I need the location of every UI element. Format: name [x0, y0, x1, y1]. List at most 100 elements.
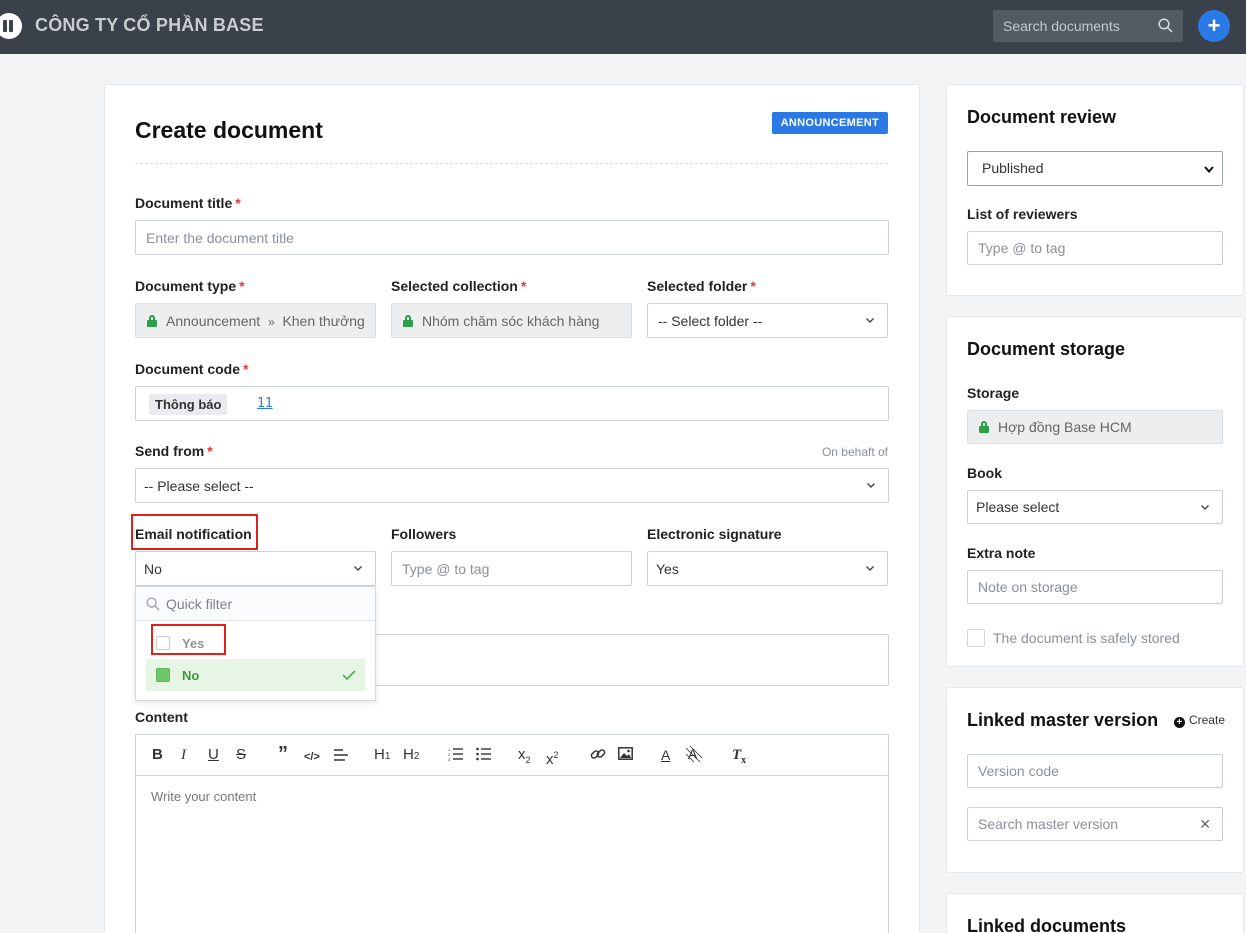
checkbox-checked-icon	[156, 668, 170, 682]
electronic-signature-label: Electronic signature	[647, 526, 782, 542]
on-behalf-of-link[interactable]: On behaft of	[822, 445, 888, 459]
linked-documents-title: Linked documents	[967, 916, 1127, 933]
create-master-version-button[interactable]: + Create	[1173, 713, 1225, 728]
search-master-version-field[interactable]: ✕	[967, 807, 1223, 841]
document-type-badge: ANNOUNCEMENT	[771, 112, 888, 134]
quote-button[interactable]: ”	[278, 744, 288, 764]
search-icon	[146, 597, 160, 611]
followers-input[interactable]	[392, 552, 631, 585]
version-code-input[interactable]	[968, 755, 1222, 787]
bold-button[interactable]: B	[152, 746, 163, 764]
selected-folder-label: Selected folder *	[647, 278, 756, 294]
document-review-card: Document review Published List of review…	[946, 84, 1244, 296]
reviewers-field[interactable]	[967, 231, 1223, 265]
search-icon[interactable]	[1158, 18, 1173, 33]
chevron-down-icon	[1204, 166, 1214, 174]
linked-master-version-title: Linked master version	[967, 710, 1159, 730]
svg-text:A: A	[688, 746, 698, 762]
company-name[interactable]: CÔNG TY CỔ PHẦN BASE	[35, 15, 264, 36]
chevron-down-icon	[866, 318, 874, 323]
option-no[interactable]: No	[146, 659, 365, 691]
create-document-card: Create document ANNOUNCEMENT Document ti…	[104, 84, 920, 933]
search-master-version-input[interactable]	[968, 808, 1222, 840]
safely-stored-label: The document is safely stored	[993, 630, 1180, 646]
link-icon[interactable]	[590, 746, 606, 762]
send-from-select[interactable]: -- Please select --	[135, 468, 889, 503]
heading-1-button[interactable]: H1	[374, 746, 390, 766]
code-prefix-tag: Thông báo	[149, 394, 228, 415]
book-select[interactable]: Please select	[967, 490, 1223, 524]
clear-icon[interactable]: ✕	[1199, 816, 1211, 833]
check-icon	[342, 670, 356, 681]
linked-documents-card: Linked documents	[946, 893, 1244, 933]
add-button[interactable]: +	[1198, 10, 1230, 42]
document-title-label: Document title *	[135, 195, 241, 211]
document-title-field[interactable]	[135, 220, 889, 255]
email-notification-select[interactable]: No	[135, 551, 376, 586]
company-logo-icon[interactable]	[0, 13, 22, 39]
lock-icon	[147, 315, 157, 327]
page-title: Create document	[135, 117, 323, 143]
selected-collection-field: Nhóm chăm sóc khách hàng	[391, 303, 632, 338]
content-label: Content	[135, 709, 188, 725]
heading-2-button[interactable]: H2	[403, 746, 419, 766]
linked-master-version-card: Linked master version +Create ✕	[946, 687, 1244, 873]
electronic-signature-select[interactable]: Yes	[647, 551, 888, 586]
svg-text:3: 3	[448, 757, 451, 761]
lock-icon	[403, 315, 413, 327]
background-color-icon[interactable]: A	[686, 746, 702, 762]
followers-field[interactable]	[391, 551, 632, 586]
storage-label: Storage	[967, 385, 1020, 401]
document-storage-card: Document storage Storage Hợp đồng Base H…	[946, 316, 1244, 667]
code-button[interactable]: </>	[304, 748, 320, 766]
bullet-list-icon[interactable]	[476, 747, 491, 761]
top-bar: CÔNG TY CỔ PHẦN BASE +	[0, 0, 1246, 54]
lock-icon	[979, 421, 989, 433]
selected-collection-label: Selected collection *	[391, 278, 527, 294]
document-code-field[interactable]: Thông báo 11	[135, 386, 889, 421]
document-title-input[interactable]	[136, 221, 888, 254]
subscript-button[interactable]: x2	[518, 746, 531, 769]
search-box[interactable]	[993, 10, 1183, 42]
image-icon[interactable]	[618, 747, 633, 760]
extra-note-label: Extra note	[967, 545, 1036, 561]
reviewers-input[interactable]	[968, 232, 1222, 264]
chevron-down-icon	[354, 566, 362, 571]
chevron-down-icon	[1201, 505, 1209, 510]
superscript-button[interactable]: x2	[546, 746, 559, 769]
safely-stored-checkbox[interactable]	[967, 629, 985, 647]
quick-filter[interactable]	[136, 587, 375, 621]
email-notification-label: Email notification	[135, 526, 252, 542]
document-type-field: Announcement » Khen thưởng	[135, 303, 376, 338]
reviewers-label: List of reviewers	[967, 206, 1078, 222]
ordered-list-icon[interactable]: 123	[448, 747, 463, 761]
clear-format-button[interactable]: Tx	[732, 746, 746, 770]
extra-note-field[interactable]	[967, 570, 1223, 604]
italic-button[interactable]: I	[181, 746, 186, 764]
document-type-label: Document type *	[135, 278, 245, 294]
chevron-down-icon	[867, 483, 875, 488]
divider	[135, 163, 888, 164]
chevron-down-icon	[866, 566, 874, 571]
extra-note-input[interactable]	[968, 571, 1222, 603]
version-code-field[interactable]	[967, 754, 1223, 788]
align-left-icon[interactable]	[334, 749, 348, 761]
selected-folder-select[interactable]: -- Select folder --	[647, 303, 888, 338]
storage-field: Hợp đồng Base HCM	[967, 410, 1223, 444]
review-status-select[interactable]: Published	[967, 151, 1223, 186]
editor-toolbar: B I U S ” </> H1 H2 123 x2 x2 A A Tx	[136, 735, 888, 776]
highlight-box	[151, 624, 226, 655]
search-input[interactable]	[993, 10, 1183, 42]
underline-button[interactable]: U	[208, 746, 219, 764]
content-editor[interactable]: B I U S ” </> H1 H2 123 x2 x2 A A Tx Wri…	[135, 734, 889, 933]
document-code-label: Document code *	[135, 361, 249, 377]
text-color-button[interactable]: A	[661, 746, 670, 764]
send-from-label: Send from *	[135, 443, 213, 459]
code-number-link[interactable]: 11	[257, 396, 273, 411]
document-review-title: Document review	[967, 107, 1117, 127]
plus-circle-icon: +	[1173, 717, 1185, 728]
content-placeholder[interactable]: Write your content	[151, 789, 256, 804]
document-storage-title: Document storage	[967, 339, 1126, 359]
strikethrough-button[interactable]: S	[236, 746, 246, 764]
quick-filter-input[interactable]	[166, 587, 366, 620]
